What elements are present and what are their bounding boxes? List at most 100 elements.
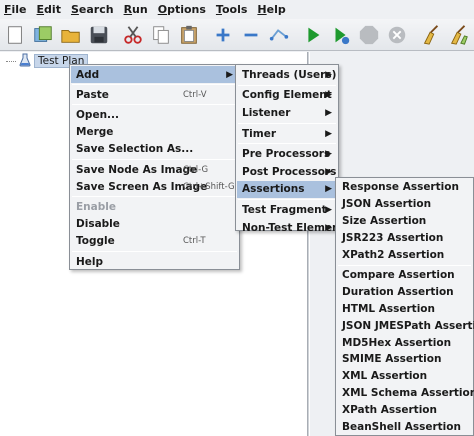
menu-item-size-assertion[interactable]: Size Assertion: [337, 213, 472, 230]
menu-item-label: XML Assertion: [342, 370, 428, 383]
menu-separator: [72, 196, 237, 198]
menu-item-label: JSR223 Assertion: [342, 232, 444, 245]
menu-item-xml-schema-assertion[interactable]: XML Schema Assertion: [337, 385, 474, 402]
submenu-arrow-icon: ▶: [325, 222, 332, 233]
collapse-minus-icon[interactable]: [240, 23, 262, 47]
menu-file[interactable]: File: [4, 3, 27, 16]
menu-item-label: Save Node As Image: [76, 163, 198, 176]
menu-item-add[interactable]: Add ▶: [71, 66, 238, 84]
menu-item-label: Test Fragment: [242, 203, 327, 216]
menu-run[interactable]: Run: [124, 3, 148, 16]
menu-label-rest: un: [132, 3, 148, 16]
menu-item-compare-assertion[interactable]: Compare Assertion: [337, 267, 472, 284]
start-no-pauses-icon[interactable]: [330, 23, 352, 47]
menu-item-shortcut: Ctrl+Shift-G: [183, 181, 235, 192]
toolbar: [0, 19, 474, 51]
menu-separator: [72, 251, 237, 252]
menu-item-label: Compare Assertion: [342, 268, 455, 281]
menu-search[interactable]: Search: [71, 3, 114, 16]
menu-item-label: MD5Hex Assertion: [342, 336, 452, 349]
menu-item-non-test-elements[interactable]: Non-Test Elements ▶: [237, 219, 351, 237]
menu-item-help[interactable]: Help: [71, 253, 238, 270]
menu-item-open[interactable]: Open...: [71, 106, 238, 123]
menu-item-duration-assertion[interactable]: Duration Assertion: [337, 283, 472, 300]
menu-item-save-node-as-image[interactable]: Save Node As Image Ctrl-G: [71, 161, 238, 178]
menu-item-html-assertion[interactable]: HTML Assertion: [337, 300, 472, 317]
mnemonic-letter: F: [4, 3, 12, 16]
menu-separator: [72, 84, 237, 86]
copy-icon[interactable]: [150, 23, 172, 47]
menu-item-shortcut: Ctrl-T: [183, 236, 206, 247]
open-folder-icon[interactable]: [60, 23, 82, 47]
menu-item-beanshell-assertion[interactable]: BeanShell Assertion: [337, 419, 472, 436]
menu-item-label: HTML Assertion: [342, 302, 435, 315]
menu-options[interactable]: Options: [158, 3, 206, 16]
menu-item-label: XML Schema Assertion: [342, 387, 474, 400]
menu-item-md5hex-assertion[interactable]: MD5Hex Assertion: [337, 334, 472, 351]
menu-item-json-assertion[interactable]: JSON Assertion: [337, 196, 472, 213]
menu-separator: [338, 264, 471, 266]
menu-separator: [238, 199, 336, 201]
menu-item-label: Duration Assertion: [342, 285, 454, 298]
save-icon[interactable]: [88, 23, 110, 47]
clear-all-icon[interactable]: [448, 23, 470, 47]
menu-item-assertions[interactable]: Assertions ▶: [237, 180, 337, 199]
menu-item-label: Open...: [76, 108, 120, 121]
menu-item-response-assertion[interactable]: Response Assertion: [337, 179, 472, 196]
submenu-arrow-icon: ▶: [325, 184, 332, 195]
menu-tools[interactable]: Tools: [216, 3, 247, 16]
menu-separator: [238, 122, 336, 124]
start-icon[interactable]: [302, 23, 324, 47]
menu-item-post-processors[interactable]: Post Processors ▶: [237, 163, 337, 181]
submenu-arrow-icon: ▶: [325, 90, 332, 101]
menu-item-listener[interactable]: Listener ▶: [237, 104, 337, 122]
menu-item-save-selection-as[interactable]: Save Selection As...: [71, 141, 238, 158]
shutdown-icon[interactable]: [386, 23, 408, 47]
submenu-arrow-icon: ▶: [325, 204, 332, 215]
menu-item-disable[interactable]: Disable: [71, 216, 238, 233]
menu-item-merge[interactable]: Merge: [71, 124, 238, 141]
menu-item-label: JSON Assertion: [342, 198, 432, 211]
menu-item-xpath2-assertion[interactable]: XPath2 Assertion: [337, 247, 472, 264]
mnemonic-letter: H: [257, 3, 267, 16]
mnemonic-letter: O: [157, 3, 168, 16]
menu-item-shortcut: Ctrl-G: [183, 164, 209, 175]
new-file-icon[interactable]: [4, 23, 26, 47]
menu-label-rest: ptions: [167, 3, 206, 16]
menu-label-rest: ile: [11, 3, 27, 16]
menu-help[interactable]: Help: [257, 3, 285, 16]
menu-item-smime-assertion[interactable]: SMIME Assertion: [337, 351, 472, 368]
menu-item-pre-processors[interactable]: Pre Processors ▶: [237, 145, 337, 163]
menu-item-json-jmespath-assertion[interactable]: JSON JMESPath Assertion: [337, 317, 474, 334]
stop-icon[interactable]: [358, 23, 380, 47]
menu-label-rest: earch: [78, 3, 114, 16]
toggle-icon[interactable]: [268, 23, 290, 47]
menu-item-label: Response Assertion: [342, 181, 459, 194]
cut-icon[interactable]: [122, 23, 144, 47]
tree-connector: [6, 60, 16, 62]
menu-item-enable: Enable: [71, 198, 238, 215]
menu-separator: [72, 159, 237, 160]
menu-item-save-screen-as-image[interactable]: Save Screen As Image Ctrl+Shift-G: [71, 178, 238, 195]
menu-item-paste[interactable]: Paste Ctrl-V: [71, 86, 238, 103]
menu-edit[interactable]: Edit: [37, 3, 61, 16]
paste-icon[interactable]: [178, 23, 200, 47]
menu-item-xpath-assertion[interactable]: XPath Assertion: [337, 402, 472, 419]
menu-item-xml-assertion[interactable]: XML Assertion: [337, 368, 472, 385]
menu-item-test-fragment[interactable]: Test Fragment ▶: [237, 201, 337, 219]
menu-item-toggle[interactable]: Toggle Ctrl-T: [71, 233, 238, 250]
test-plan-icon: [19, 53, 31, 70]
templates-icon[interactable]: [32, 23, 54, 47]
submenu-arrow-icon: ▶: [226, 69, 233, 80]
menu-item-jsr223-assertion[interactable]: JSR223 Assertion: [337, 230, 472, 247]
menu-item-config-element[interactable]: Config Element ▶: [237, 87, 337, 105]
menu-item-label: Size Assertion: [342, 215, 427, 228]
menu-label-rest: ools: [221, 3, 248, 16]
menu-item-label: Merge: [76, 126, 114, 139]
context-menu: Add ▶ Paste Ctrl-V Open... Merge Save Selectio…: [69, 64, 240, 270]
expand-plus-icon[interactable]: [212, 23, 234, 47]
menu-item-threads-users[interactable]: Threads (Users) ▶: [237, 66, 337, 84]
menu-bar: File Edit Search Run Options Tools Help: [0, 0, 474, 19]
clear-icon[interactable]: [420, 23, 442, 47]
menu-item-timer[interactable]: Timer ▶: [237, 125, 337, 143]
